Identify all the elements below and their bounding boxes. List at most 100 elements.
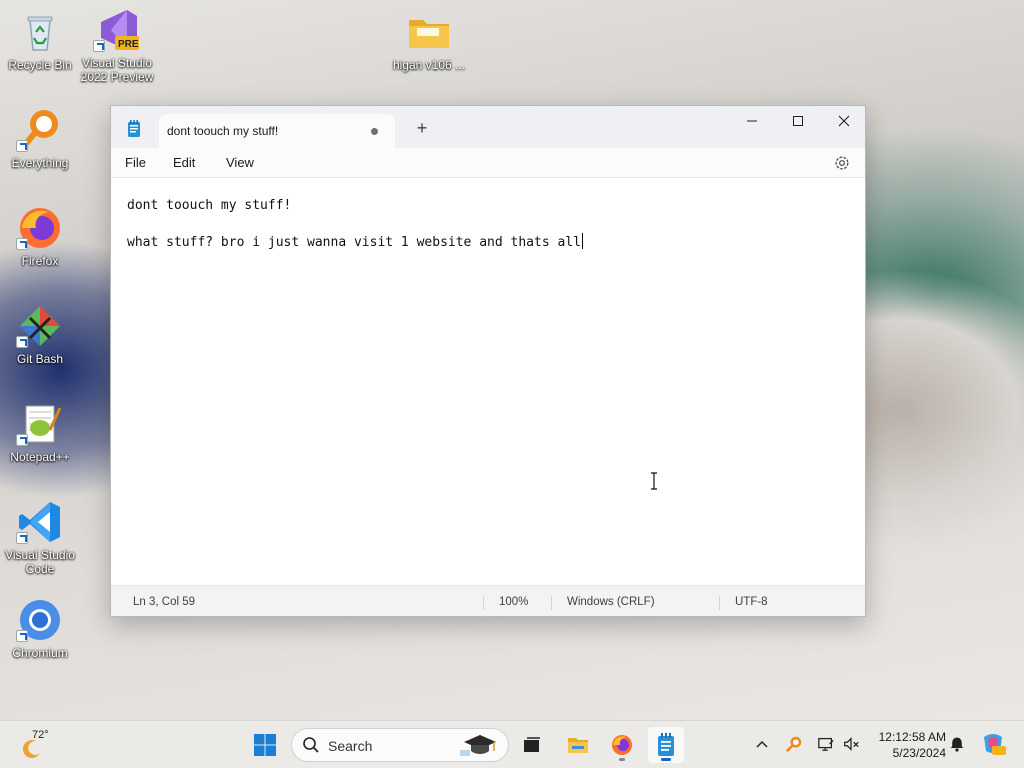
show-hidden-icons-button[interactable] [751,733,773,755]
editor-line-1: dont toouch my stuff! [127,198,292,213]
maximize-button[interactable] [775,106,821,136]
notepad-taskbar-button[interactable] [648,727,684,763]
task-view-icon [524,737,540,752]
desktop-icon-label: Notepad++ [10,450,70,464]
menu-edit[interactable]: Edit [173,155,195,170]
new-tab-button[interactable]: + [411,117,433,139]
folder-icon [405,8,453,56]
ibeam-cursor-icon [651,472,657,490]
text-editor[interactable]: dont toouch my stuff! what stuff? bro i … [111,179,865,586]
shortcut-arrow-icon [93,40,105,52]
settings-gear-icon[interactable] [833,154,851,172]
minimize-button[interactable] [729,106,775,136]
desktop-icon-label: Firefox [21,254,59,268]
desktop-icon-higan-folder[interactable]: higan v106 ... [389,8,469,72]
cursor-position: Ln 3, Col 59 [133,596,196,608]
minimize-icon [747,120,757,122]
menu-view[interactable]: View [226,155,254,170]
firefox-icon [16,204,64,252]
start-button[interactable] [247,727,283,763]
visual-studio-preview-icon: PRE [93,6,141,54]
zoom-level[interactable]: 100% [499,596,528,608]
editor-line-3-text: what stuff? bro i just wanna visit 1 web… [127,235,581,250]
title-bar: dont toouch my stuff! + [111,106,865,148]
copilot-button[interactable] [980,731,1006,757]
tab-document[interactable]: dont toouch my stuff! [159,114,395,148]
desktop-icon-visual-studio-preview[interactable]: PRE Visual Studio 2022 Preview [77,6,157,84]
desktop-icon-firefox[interactable]: Firefox [0,204,80,268]
volume-muted-icon [844,737,859,751]
vscode-icon [16,498,64,546]
editor-line-2 [127,215,849,233]
firefox-icon [612,735,632,755]
recycle-bin-icon [16,8,64,56]
tray-network[interactable] [815,733,837,755]
desktop-icon-label: higan v106 ... [392,58,466,72]
desktop-icon-label: Chromium [12,646,68,660]
close-icon [838,115,850,127]
git-bash-icon [16,302,64,350]
clock-date: 5/23/2024 [892,746,946,760]
notifications-button[interactable] [946,733,968,755]
shortcut-arrow-icon [16,238,28,250]
shortcut-arrow-icon [16,140,28,152]
shortcut-arrow-icon [16,630,28,642]
desktop-icon-label: Git Bash [16,352,64,366]
unsaved-dot-icon[interactable] [371,128,378,135]
file-explorer-button[interactable] [560,727,596,763]
windows-logo-icon [254,734,276,756]
chromium-icon [16,596,64,644]
everything-search-icon [16,106,64,154]
desktop-icon-chromium[interactable]: Chromium [0,596,80,660]
desktop-icon-label: Visual Studio Code [5,548,75,576]
menu-bar: File Edit View [111,148,865,178]
everything-search-icon [786,736,802,752]
shortcut-arrow-icon [16,434,28,446]
tab-title: dont toouch my stuff! [167,124,279,138]
desktop-icon-git-bash[interactable]: Git Bash [0,302,80,366]
search-placeholder: Search [328,738,373,754]
desktop-icon-label: Visual Studio 2022 Preview [80,56,154,84]
shortcut-arrow-icon [16,532,28,544]
status-bar: Ln 3, Col 59 100% Windows (CRLF) UTF-8 [111,585,865,616]
tray-everything[interactable] [783,733,805,755]
chevron-up-icon [756,740,768,748]
desktop-icon-everything[interactable]: Everything [0,106,80,170]
firefox-taskbar-button[interactable] [604,727,640,763]
file-explorer-icon [568,738,588,753]
active-indicator [661,758,671,761]
weather-widget[interactable]: 72° [16,727,76,763]
desktop-icon-label: Recycle Bin [8,58,72,72]
notepad-icon [658,733,674,756]
notepad-app-icon [127,120,141,138]
maximize-icon [793,116,803,126]
bell-icon [950,737,964,752]
network-icon [818,737,834,751]
desktop-icon-notepadpp[interactable]: Notepad++ [0,400,80,464]
search-icon [303,737,319,753]
copilot-preview-icon [984,734,1006,755]
editor-line-3: what stuff? bro i just wanna visit 1 web… [127,233,849,251]
clock-time: 12:12:58 AM [878,730,946,744]
system-clock[interactable]: 12:12:58 AM 5/23/2024 [866,729,946,761]
menu-file[interactable]: File [125,155,146,170]
running-indicator [619,758,625,761]
desktop-icon-label: Everything [11,156,69,170]
status-divider [551,596,552,610]
shortcut-arrow-icon [16,336,28,348]
line-ending[interactable]: Windows (CRLF) [567,596,655,608]
task-view-button[interactable] [514,727,550,763]
encoding[interactable]: UTF-8 [735,596,768,608]
desktop-icon-recycle-bin[interactable]: Recycle Bin [0,8,80,72]
graduation-cap-icon [460,735,496,756]
notepadpp-icon [16,400,64,448]
notepad-window: dont toouch my stuff! + File Edit View d… [110,105,866,617]
weather-temp: 72° [32,729,49,741]
desktop-icon-vscode[interactable]: Visual Studio Code [0,498,80,576]
taskbar-search[interactable]: Search [291,728,509,762]
text-caret [581,233,583,249]
tray-volume[interactable] [840,733,862,755]
close-button[interactable] [821,106,867,136]
status-divider [719,596,720,610]
status-divider [483,596,484,610]
